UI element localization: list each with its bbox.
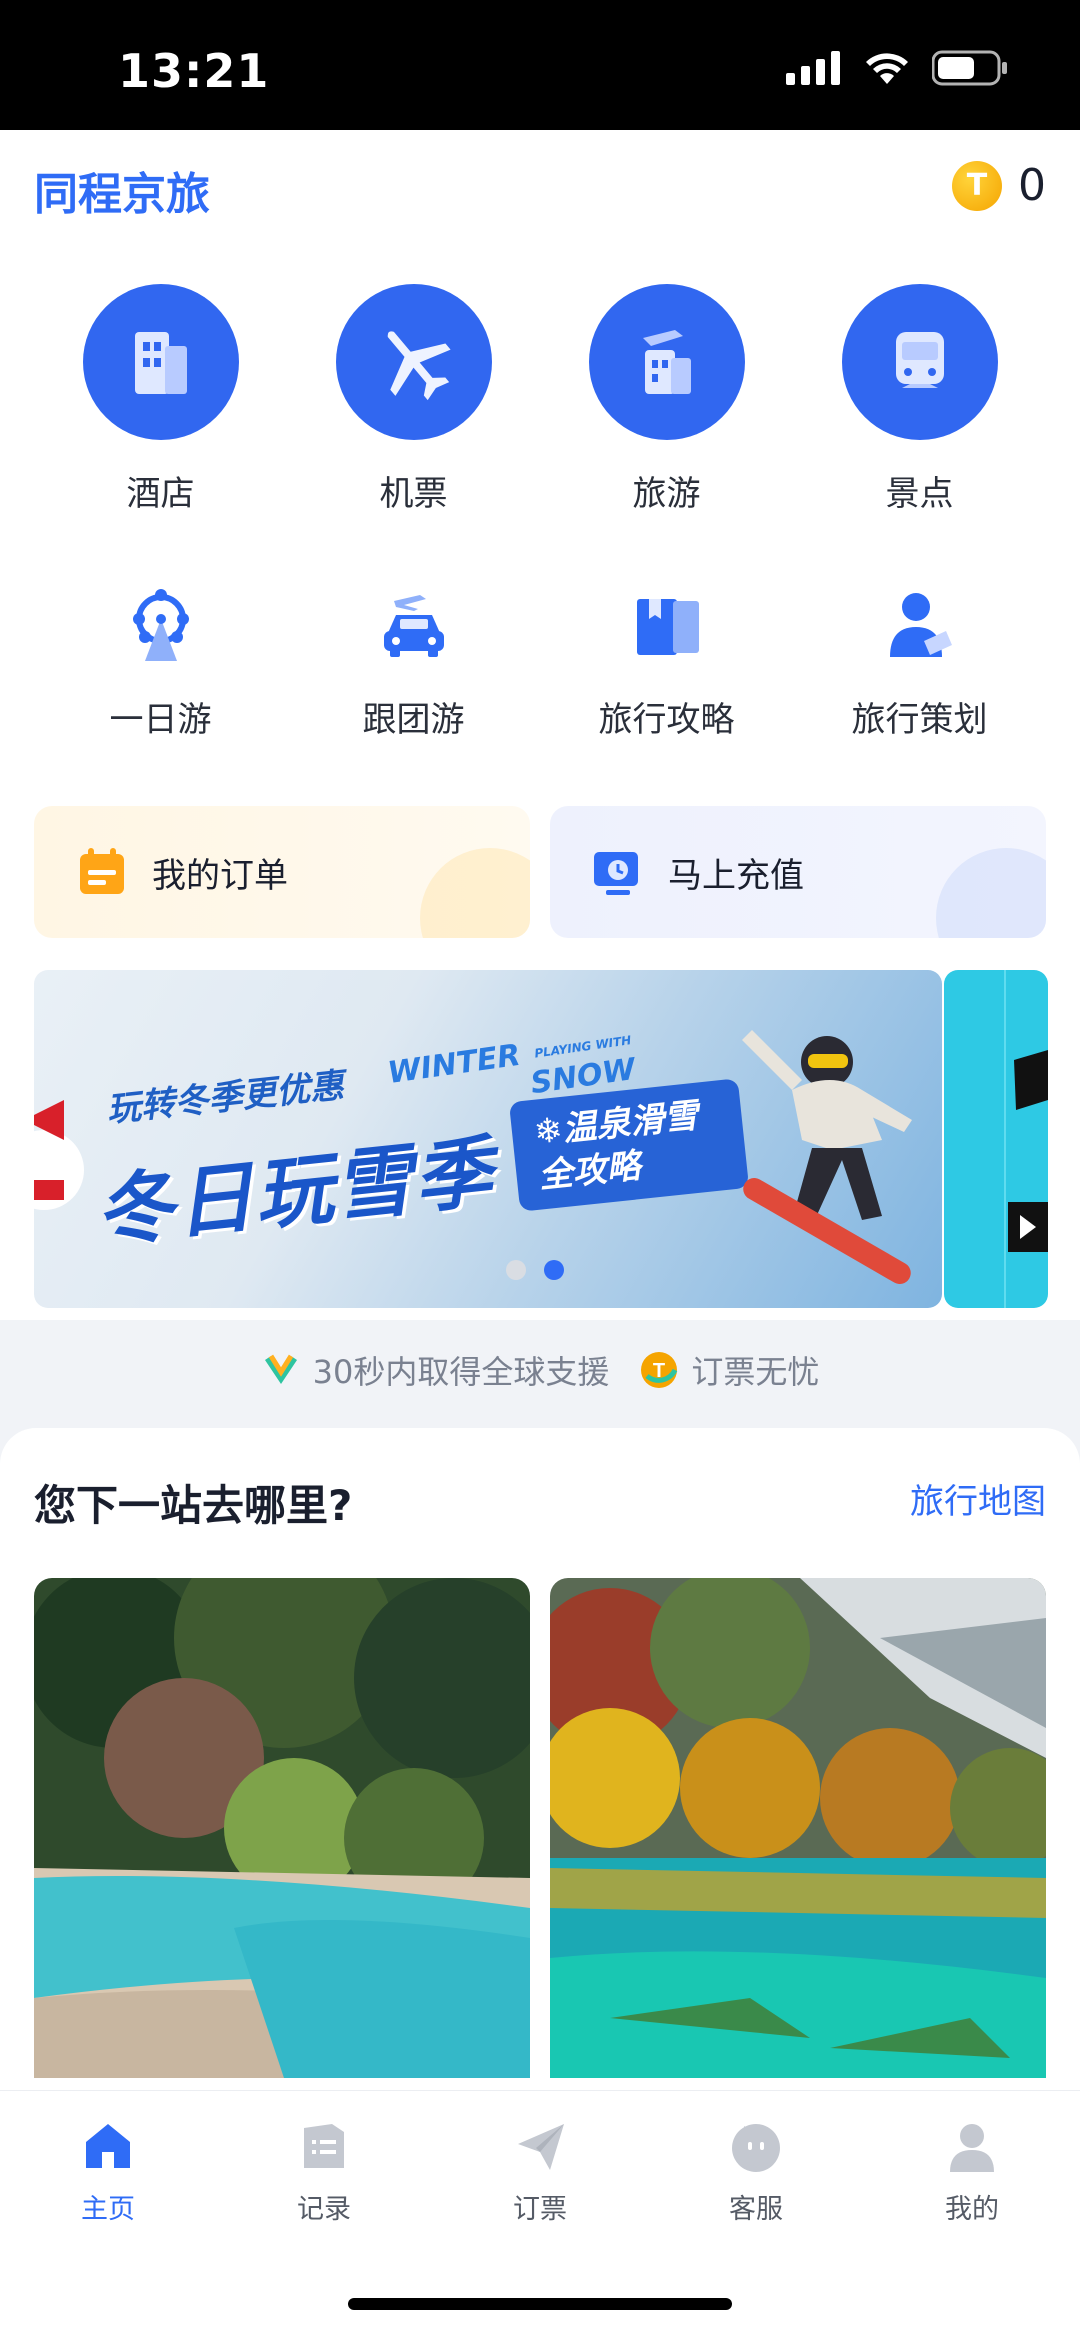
service-label: 旅行策划 — [851, 700, 988, 740]
tab-service[interactable]: 客服 — [648, 2117, 864, 2226]
promo-banner[interactable]: 玩转冬季更优惠 WINTER PLAYING WITH SNOW 冬日玩雪季 ❄… — [34, 970, 942, 1308]
service-label: 一日游 — [109, 700, 212, 740]
svg-text:T: T — [653, 1360, 665, 1382]
service-travel[interactable]: 旅游 — [540, 284, 793, 515]
travel-map-link[interactable]: 旅行地图 — [910, 1474, 1046, 1523]
app-title: 同程京旅 — [34, 169, 210, 220]
planner-person-icon — [875, 580, 965, 670]
tab-label: 记录 — [297, 2194, 351, 2225]
snowman-graphic — [34, 1100, 84, 1210]
battery-icon — [932, 50, 1007, 86]
service-day-tour[interactable]: 一日游 — [34, 580, 287, 741]
service-label: 跟团游 — [362, 700, 465, 740]
assurance-booking: T 订票无忧 — [639, 1347, 819, 1393]
records-icon — [295, 2117, 353, 2175]
service-attractions[interactable]: 景点 — [793, 284, 1046, 515]
my-orders-label: 我的订单 — [152, 855, 288, 896]
destinations-title: 您下一站去哪里? — [34, 1481, 353, 1530]
snowboarder-graphic — [742, 1030, 912, 1284]
sub-services: 一日游 跟团游 旅行攻略 旅行策划 — [34, 580, 1046, 741]
tab-profile[interactable]: 我的 — [864, 2117, 1080, 2226]
service-travel-planning[interactable]: 旅行策划 — [793, 580, 1046, 741]
banner-english-line1: WINTER — [385, 1037, 523, 1092]
wifi-icon — [866, 53, 908, 84]
coin-badge-icon: T — [641, 1352, 678, 1388]
banner-title: 冬日玩雪季 — [91, 1127, 499, 1259]
tab-home[interactable]: 主页 — [0, 2117, 216, 2226]
guide-book-icon — [622, 580, 712, 670]
calendar-icon — [80, 848, 124, 894]
tab-label: 我的 — [945, 2194, 999, 2225]
status-bar: 13:21 — [0, 0, 1080, 130]
plane-icon — [335, 284, 492, 440]
service-label: 酒店 — [126, 474, 195, 514]
ferris-wheel-icon — [116, 580, 206, 670]
assurance-row: 30秒内取得全球支援 T 订票无忧 — [0, 1320, 1080, 1420]
assurance-support-label: 30秒内取得全球支援 — [312, 1353, 610, 1391]
service-travel-guide[interactable]: 旅行攻略 — [540, 580, 793, 741]
main-services: 酒店 机票 旅游 景点 — [34, 284, 1046, 515]
travel-icon — [588, 284, 745, 440]
carousel-dots — [506, 1260, 564, 1280]
hotel-icon — [82, 284, 239, 440]
service-label: 旅游 — [632, 474, 701, 514]
tab-label: 主页 — [81, 2194, 135, 2225]
service-label: 旅行攻略 — [598, 700, 735, 740]
autumn-lake-image — [550, 1578, 1046, 2078]
profile-icon — [943, 2117, 1001, 2175]
lake-forest-image — [34, 1578, 530, 2078]
assurance-support: 30秒内取得全球支援 — [261, 1347, 610, 1393]
tab-label: 客服 — [729, 2194, 783, 2225]
car-plane-icon — [369, 580, 459, 670]
status-icons — [786, 50, 1008, 86]
coin-icon: T — [952, 160, 1002, 211]
heart-check-icon — [264, 1354, 297, 1384]
next-banner-preview[interactable] — [944, 970, 1048, 1308]
coin-balance[interactable]: T 0 — [952, 160, 1046, 211]
home-indicator — [348, 2298, 732, 2310]
card-decoration — [936, 848, 1046, 938]
banner-subtitle: 玩转冬季更优惠 — [104, 1065, 346, 1131]
assurance-booking-label: 订票无忧 — [691, 1353, 820, 1391]
paper-plane-icon — [511, 2117, 569, 2175]
next-banner-graphic — [1004, 970, 1048, 1308]
recharge-card[interactable]: 马上充值 — [550, 806, 1046, 938]
carousel-dot-active[interactable] — [544, 1260, 564, 1280]
carousel-dot[interactable] — [506, 1260, 526, 1280]
my-orders-card[interactable]: 我的订单 — [34, 806, 530, 938]
home-icon — [79, 2117, 137, 2175]
train-icon — [841, 284, 998, 440]
status-time: 13:21 — [118, 44, 270, 98]
recharge-icon — [594, 852, 638, 895]
tab-label: 订票 — [513, 2194, 567, 2225]
coin-count: 0 — [1018, 160, 1046, 211]
destination-photo[interactable] — [34, 1578, 530, 2078]
service-icon — [727, 2117, 785, 2175]
card-decoration — [420, 848, 530, 938]
recharge-label: 马上充值 — [668, 855, 804, 896]
destination-photo[interactable] — [550, 1578, 1046, 2078]
service-hotel[interactable]: 酒店 — [34, 284, 287, 515]
service-label: 机票 — [379, 474, 448, 514]
service-flight[interactable]: 机票 — [287, 284, 540, 515]
tab-booking[interactable]: 订票 — [432, 2117, 648, 2226]
service-group-tour[interactable]: 跟团游 — [287, 580, 540, 741]
service-label: 景点 — [885, 474, 954, 514]
signal-icon — [786, 51, 840, 85]
tab-records[interactable]: 记录 — [216, 2117, 432, 2226]
